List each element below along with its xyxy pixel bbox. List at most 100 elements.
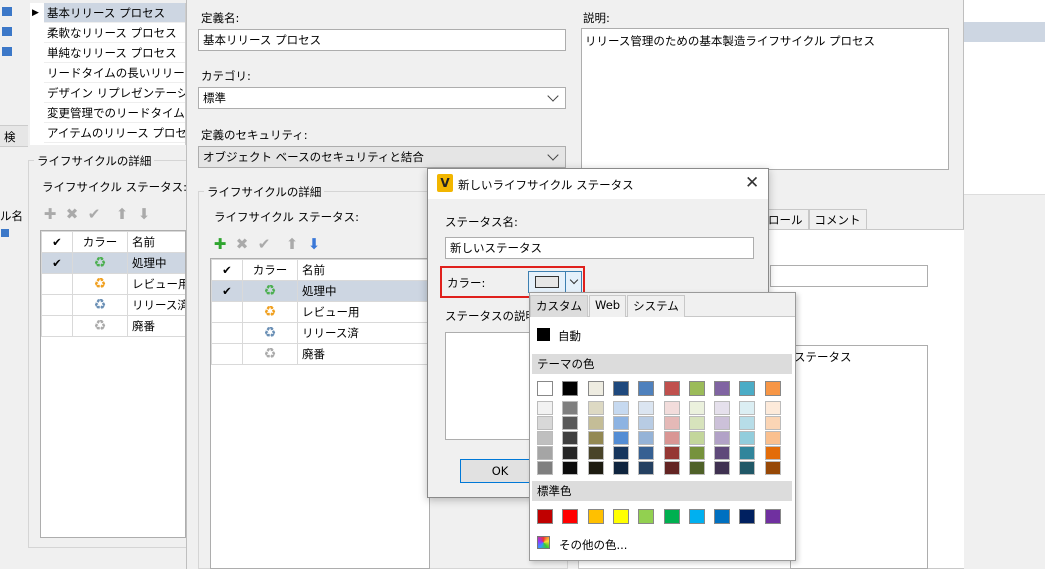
left-status-table[interactable]: ✔ カラー 名前 ✔ ♻ 処理中 ♻ レビュー用 ♻ リリース済 ♻ 廃番	[41, 231, 185, 337]
close-icon[interactable]: ✕	[745, 173, 759, 193]
color-swatch[interactable]	[664, 416, 680, 430]
color-swatch[interactable]	[739, 381, 755, 396]
color-swatch[interactable]	[537, 509, 553, 524]
move-down-icon[interactable]: ⬇	[136, 206, 152, 222]
color-swatch[interactable]	[537, 431, 553, 445]
definition-list-item[interactable]: 変更管理でのリードタイムの長	[44, 103, 185, 123]
color-swatch[interactable]	[588, 461, 604, 475]
picker-tab[interactable]: Web	[589, 295, 627, 317]
color-swatch[interactable]	[689, 381, 705, 396]
color-swatch[interactable]	[613, 381, 629, 396]
color-swatch[interactable]	[765, 446, 781, 460]
color-swatch[interactable]	[613, 461, 629, 475]
color-swatch[interactable]	[613, 401, 629, 415]
color-swatch[interactable]	[765, 416, 781, 430]
color-swatch[interactable]	[588, 431, 604, 445]
color-swatch[interactable]	[613, 446, 629, 460]
right-input[interactable]	[770, 265, 928, 287]
color-swatch[interactable]	[664, 401, 680, 415]
column-header[interactable]: ✔	[41, 231, 73, 253]
table-row[interactable]: ✔ ♻ 処理中	[211, 280, 429, 302]
color-swatch[interactable]	[689, 461, 705, 475]
color-swatch[interactable]	[638, 431, 654, 445]
color-swatch[interactable]	[537, 416, 553, 430]
table-row[interactable]: ♻ リリース済	[211, 322, 429, 344]
definition-list-item[interactable]: 基本リリース プロセス	[44, 3, 185, 23]
security-select[interactable]: オブジェクト ベースのセキュリティと結合	[198, 146, 566, 168]
table-row[interactable]: ♻ レビュー用	[41, 273, 185, 295]
color-swatch[interactable]	[638, 416, 654, 430]
definition-list[interactable]: ▶ 基本リリース プロセス 柔軟なリリース プロセス 単純なリリース プロセス リード…	[30, 3, 186, 145]
color-swatch[interactable]	[689, 509, 705, 524]
color-swatch[interactable]	[765, 509, 781, 524]
color-swatch[interactable]	[613, 416, 629, 430]
color-swatch[interactable]	[714, 431, 730, 445]
table-row[interactable]: ♻ 廃番	[41, 315, 185, 337]
auto-color-label[interactable]: 自動	[558, 328, 581, 344]
color-swatch[interactable]	[562, 416, 578, 430]
category-select[interactable]: 標準	[198, 87, 566, 109]
color-swatch[interactable]	[613, 431, 629, 445]
table-row[interactable]: ♻ 廃番	[211, 343, 429, 365]
color-swatch[interactable]	[664, 431, 680, 445]
picker-tab[interactable]: システム	[627, 295, 685, 317]
color-swatch[interactable]	[765, 381, 781, 396]
color-swatch[interactable]	[739, 431, 755, 445]
auto-color-swatch[interactable]	[537, 328, 550, 341]
color-swatch[interactable]	[664, 509, 680, 524]
description-textarea[interactable]: リリース管理のための基本製造ライフサイクル プロセス	[581, 28, 949, 170]
color-swatch[interactable]	[714, 416, 730, 430]
color-swatch[interactable]	[739, 446, 755, 460]
definition-list-item[interactable]: リードタイムの長いリリース処理	[44, 63, 185, 83]
color-swatch[interactable]	[537, 461, 553, 475]
color-swatch[interactable]	[664, 381, 680, 396]
color-swatch[interactable]	[714, 446, 730, 460]
color-swatch[interactable]	[689, 401, 705, 415]
move-down-icon[interactable]: ⬇	[306, 236, 322, 252]
color-swatch[interactable]	[562, 446, 578, 460]
color-swatch[interactable]	[588, 416, 604, 430]
color-swatch[interactable]	[562, 401, 578, 415]
column-header[interactable]: カラー	[72, 231, 128, 253]
status-name-input[interactable]: 新しいステータス	[445, 237, 754, 259]
table-row[interactable]: ♻ リリース済	[41, 294, 185, 316]
color-swatch[interactable]	[588, 381, 604, 396]
color-swatch[interactable]	[714, 381, 730, 396]
color-swatch[interactable]	[739, 461, 755, 475]
color-swatch[interactable]	[689, 431, 705, 445]
delete-icon[interactable]: ✖	[234, 236, 250, 252]
color-swatch[interactable]	[765, 461, 781, 475]
color-swatch[interactable]	[664, 446, 680, 460]
color-swatch[interactable]	[638, 381, 654, 396]
color-swatch[interactable]	[714, 401, 730, 415]
color-swatch[interactable]	[562, 461, 578, 475]
color-swatch[interactable]	[562, 509, 578, 524]
definition-list-item[interactable]: アイテムのリリース プロセス	[44, 123, 185, 143]
color-swatch[interactable]	[537, 446, 553, 460]
color-swatch[interactable]	[689, 446, 705, 460]
add-icon[interactable]: ✚	[212, 236, 228, 252]
color-swatch[interactable]	[765, 431, 781, 445]
color-swatch[interactable]	[588, 509, 604, 524]
color-swatch[interactable]	[739, 416, 755, 430]
definition-list-item[interactable]: 単純なリリース プロセス	[44, 43, 185, 63]
color-swatch[interactable]	[613, 509, 629, 524]
more-colors-link[interactable]: その他の色...	[559, 537, 627, 553]
table-row[interactable]: ♻ レビュー用	[211, 301, 429, 323]
status-description-input[interactable]	[445, 332, 535, 440]
add-icon[interactable]: ✚	[42, 206, 58, 222]
color-swatch[interactable]	[562, 381, 578, 396]
color-swatch[interactable]	[739, 509, 755, 524]
color-swatch[interactable]	[638, 446, 654, 460]
ok-button[interactable]: OK	[460, 459, 540, 483]
color-swatch[interactable]	[588, 446, 604, 460]
column-header[interactable]: ✔	[211, 259, 243, 281]
color-swatch[interactable]	[588, 401, 604, 415]
move-up-icon[interactable]: ⬆	[114, 206, 130, 222]
color-swatch[interactable]	[689, 416, 705, 430]
check-icon[interactable]: ✔	[86, 206, 102, 222]
color-swatch[interactable]	[638, 509, 654, 524]
color-swatch[interactable]	[537, 401, 553, 415]
table-row[interactable]: ✔ ♻ 処理中	[41, 252, 185, 274]
definition-list-item[interactable]: 柔軟なリリース プロセス	[44, 23, 185, 43]
